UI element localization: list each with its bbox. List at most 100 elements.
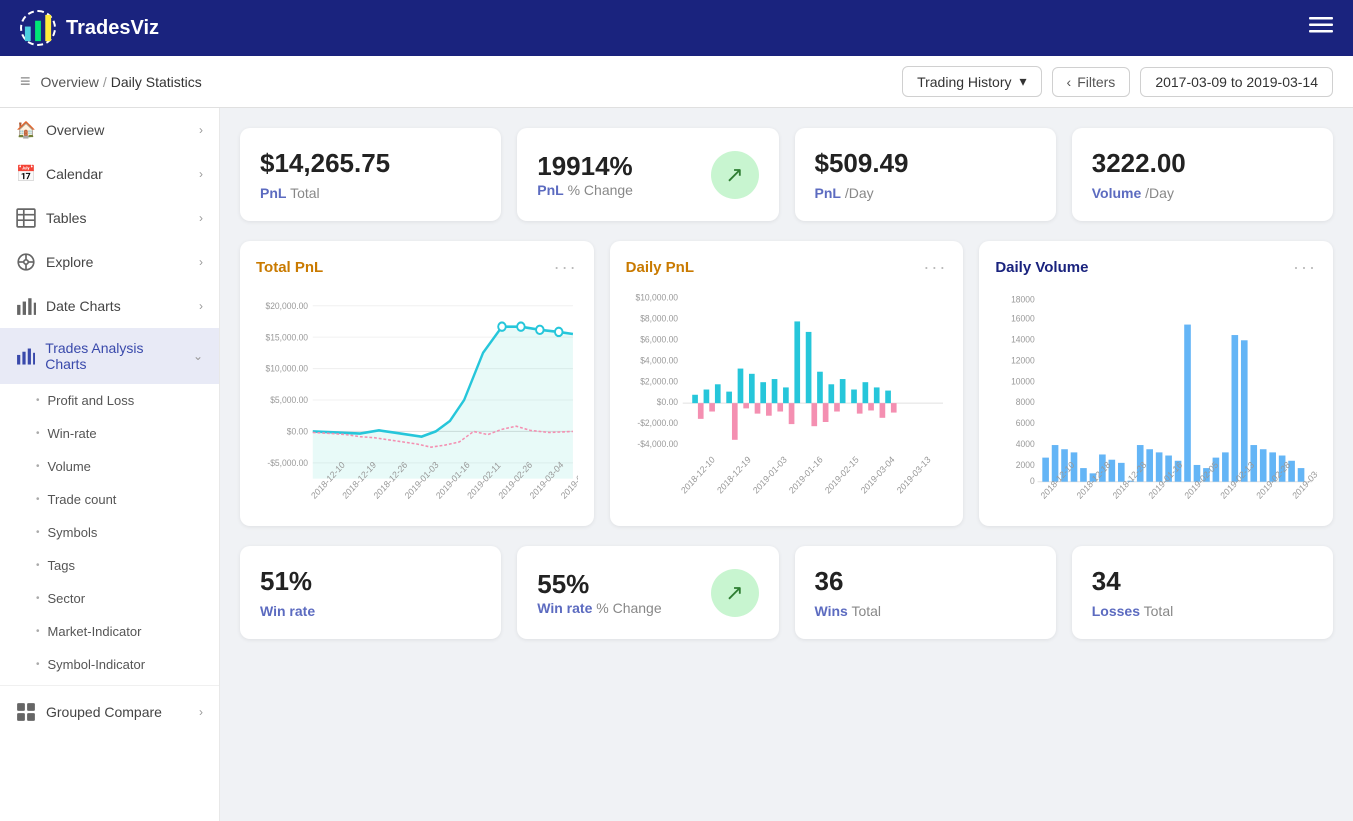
sidebar-sub-trade-count[interactable]: Trade count <box>0 483 219 516</box>
stat-card-win-rate-change: 55% Win rate % Change ↗ <box>517 546 778 639</box>
breadcrumb-overview[interactable]: Overview <box>41 74 99 90</box>
grouped-compare-icon <box>16 702 36 722</box>
chart-card-daily-volume: Daily Volume ··· 18000 16000 14000 12000… <box>979 241 1333 526</box>
trading-history-dropdown[interactable]: Trading History ▾ <box>902 66 1041 97</box>
stat-card-losses-total: 34 Losses Total <box>1072 546 1333 639</box>
breadcrumb-separator: / <box>103 74 107 90</box>
sidebar-sub-tags[interactable]: Tags <box>0 549 219 582</box>
sidebar-sub-label: Tags <box>48 558 75 573</box>
sidebar-toggle-icon[interactable]: ≡ <box>20 71 31 92</box>
svg-text:-$4,000.00: -$4,000.00 <box>637 439 678 449</box>
chart-header: Total PnL ··· <box>256 257 578 278</box>
app-logo: TradesViz <box>20 10 159 46</box>
chart-title-daily-pnl: Daily PnL <box>626 259 694 276</box>
trades-analysis-icon <box>16 346 35 366</box>
sidebar-sub-label: Symbol-Indicator <box>48 657 146 672</box>
sidebar-item-overview[interactable]: 🏠 Overview › <box>0 108 219 152</box>
stat-label: Wins Total <box>815 603 1036 619</box>
sidebar-sub-label: Trade count <box>48 492 117 507</box>
stat-value: $14,265.75 <box>260 148 481 179</box>
svg-text:-$5,000.00: -$5,000.00 <box>267 458 308 468</box>
svg-text:2019-03-04: 2019-03-04 <box>859 454 896 495</box>
stat-label: PnL % Change <box>537 182 633 198</box>
chevron-right-icon: › <box>199 255 203 269</box>
sidebar-sub-win-rate[interactable]: Win-rate <box>0 417 219 450</box>
sidebar-sub-market-indicator[interactable]: Market-Indicator <box>0 615 219 648</box>
svg-text:2019-02-15: 2019-02-15 <box>823 454 860 495</box>
sidebar-item-label: Overview <box>46 122 104 138</box>
sidebar-item-date-charts[interactable]: Date Charts › <box>0 284 219 328</box>
sidebar-sub-label: Volume <box>48 459 91 474</box>
stat-label: PnL Total <box>260 185 481 201</box>
stat-card-pnl-total: $14,265.75 PnL Total <box>240 128 501 221</box>
svg-text:16000: 16000 <box>1011 313 1035 323</box>
sidebar-item-grouped-compare[interactable]: Grouped Compare › <box>0 690 219 734</box>
stat-card-win-rate: 51% Win rate <box>240 546 501 639</box>
chart-menu-icon[interactable]: ··· <box>923 257 947 278</box>
chart-menu-icon[interactable]: ··· <box>1293 257 1317 278</box>
chart-card-total-pnl: Total PnL ··· $20,000.00 $15,000.00 $10,… <box>240 241 594 526</box>
stat-label: Win rate <box>260 603 481 619</box>
sidebar-item-label: Trades Analysis Charts <box>45 340 183 372</box>
sidebar-item-calendar[interactable]: 📅 Calendar › <box>0 152 219 196</box>
sidebar-item-explore[interactable]: Explore › <box>0 240 219 284</box>
sidebar-item-trades-analysis[interactable]: Trades Analysis Charts ⌄ <box>0 328 219 384</box>
hamburger-menu[interactable] <box>1309 13 1333 43</box>
stat-cards-row: $14,265.75 PnL Total 19914% PnL % Change… <box>240 128 1333 221</box>
chevron-right-icon: › <box>199 123 203 137</box>
stat-card-pnl-change: 19914% PnL % Change ↗ <box>517 128 778 221</box>
sidebar-item-label: Date Charts <box>46 298 121 314</box>
chevron-right-icon: › <box>199 167 203 181</box>
stat-value: 3222.00 <box>1092 148 1313 179</box>
sidebar-sub-symbols[interactable]: Symbols <box>0 516 219 549</box>
svg-text:10000: 10000 <box>1011 376 1035 386</box>
svg-text:2018-12-10: 2018-12-10 <box>679 454 716 495</box>
svg-text:14000: 14000 <box>1011 334 1035 344</box>
stat-card-pnl-day: $509.49 PnL /Day <box>795 128 1056 221</box>
sidebar-sub-label: Win-rate <box>48 426 97 441</box>
stat-value: 51% <box>260 566 481 597</box>
svg-text:8000: 8000 <box>1016 397 1035 407</box>
svg-text:$2,000.00: $2,000.00 <box>640 376 678 386</box>
sidebar-item-label: Grouped Compare <box>46 704 162 720</box>
chart-row: Total PnL ··· $20,000.00 $15,000.00 $10,… <box>240 241 1333 526</box>
chevron-right-icon: › <box>199 211 203 225</box>
sidebar-item-label: Explore <box>46 254 93 270</box>
trend-up-icon: ↗ <box>711 569 759 617</box>
filter-icon: ‹ <box>1067 74 1072 90</box>
sidebar-sub-volume[interactable]: Volume <box>0 450 219 483</box>
main-content: $14,265.75 PnL Total 19914% PnL % Change… <box>220 108 1353 821</box>
sidebar-sub-symbol-indicator[interactable]: Symbol-Indicator <box>0 648 219 681</box>
sidebar-item-tables[interactable]: Tables › <box>0 196 219 240</box>
svg-text:$0.00: $0.00 <box>656 397 677 407</box>
daily-volume-chart: 18000 16000 14000 12000 10000 8000 6000 … <box>995 290 1317 510</box>
stat-label: PnL /Day <box>815 185 1036 201</box>
sidebar-sub-label: Market-Indicator <box>48 624 142 639</box>
chart-card-daily-pnl: Daily PnL ··· $10,000.00 $8,000.00 $6,00… <box>610 241 964 526</box>
chart-menu-icon[interactable]: ··· <box>554 257 578 278</box>
breadcrumb-current: Daily Statistics <box>111 74 202 90</box>
svg-text:-$2,000.00: -$2,000.00 <box>637 418 678 428</box>
svg-text:2019-03-13: 2019-03-13 <box>895 454 932 495</box>
chart-header: Daily PnL ··· <box>626 257 948 278</box>
sidebar-sub-sector[interactable]: Sector <box>0 582 219 615</box>
app-name: TradesViz <box>66 17 159 40</box>
svg-text:12000: 12000 <box>1011 355 1035 365</box>
tables-icon <box>16 208 36 228</box>
svg-text:$8,000.00: $8,000.00 <box>640 313 678 323</box>
stat-card-wins-total: 36 Wins Total <box>795 546 1056 639</box>
svg-text:6000: 6000 <box>1016 418 1035 428</box>
bar-chart-icon <box>16 296 36 316</box>
svg-text:$0.00: $0.00 <box>287 426 308 436</box>
filters-button[interactable]: ‹ Filters <box>1052 67 1131 97</box>
date-range-button[interactable]: 2017-03-09 to 2019-03-14 <box>1140 67 1333 97</box>
stat-value: $509.49 <box>815 148 1036 179</box>
svg-text:$15,000.00: $15,000.00 <box>265 332 308 342</box>
secondary-nav: ≡ Overview / Daily Statistics Trading Hi… <box>0 56 1353 108</box>
home-icon: 🏠 <box>16 120 36 140</box>
sidebar-sub-profit-loss[interactable]: Profit and Loss <box>0 384 219 417</box>
stat-value: 36 <box>815 566 1036 597</box>
chart-title-total-pnl: Total PnL <box>256 259 323 276</box>
svg-text:2019-01-03: 2019-01-03 <box>751 454 788 495</box>
svg-text:$20,000.00: $20,000.00 <box>265 300 308 310</box>
